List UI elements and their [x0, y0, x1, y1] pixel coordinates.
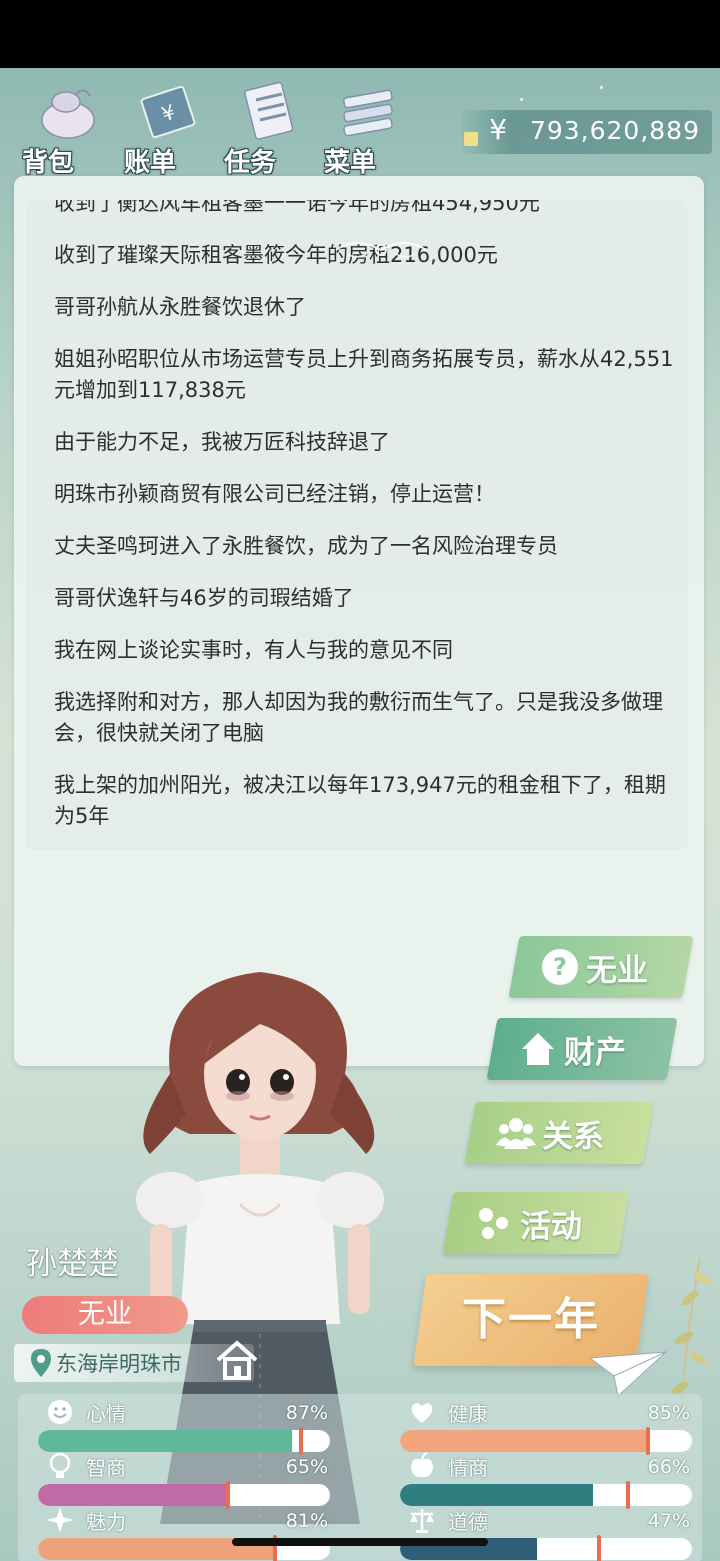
- home-icon[interactable]: [214, 1340, 260, 1380]
- question-icon: ?: [542, 949, 578, 985]
- stat-name: 心情: [86, 1402, 126, 1426]
- game-screen: 背包 ¥ 账单 任务 菜单 ¥ 793,620,889 收到了衡达风车租客墨一一…: [0, 68, 720, 1561]
- stat-name: 魅力: [86, 1510, 126, 1534]
- activity-icon: [479, 1208, 508, 1239]
- yen-icon: ¥: [489, 113, 507, 146]
- job-button[interactable]: ? 无业: [508, 936, 694, 998]
- stat-name: 道德: [448, 1510, 488, 1534]
- task-label: 任务: [224, 148, 277, 178]
- apple-icon: [411, 1452, 433, 1478]
- location-text: 东海岸明珠市: [56, 1352, 182, 1376]
- money-value: 793,620,889: [529, 116, 700, 145]
- stat-sparkle: 魅力 81%: [38, 1504, 334, 1561]
- stat-bar: [38, 1430, 330, 1452]
- bag-label: 背包: [22, 148, 75, 178]
- location-bar[interactable]: 东海岸明珠市: [14, 1340, 258, 1382]
- stat-bar-fill: [38, 1484, 228, 1506]
- scale-icon: [410, 1509, 434, 1533]
- log-entry: 我在网上谈论实事时，有人与我的意见不同: [54, 638, 453, 662]
- smile-icon: [48, 1400, 72, 1424]
- bag-icon: [41, 89, 95, 139]
- stat-value: 85%: [647, 1402, 690, 1424]
- bill-label: 账单: [124, 148, 177, 178]
- stat-bar-fill: [400, 1484, 593, 1506]
- home-indicator: [232, 1538, 488, 1546]
- menu-icon: [343, 89, 393, 137]
- event-log-scroll[interactable]: 收到了衡达风车租客墨一一诺今年的房租454,950元 收到了璀璨天际租客墨筱今年的…: [26, 200, 688, 850]
- relations-button[interactable]: 关系: [464, 1102, 654, 1164]
- event-log-panel: 收到了衡达风车租客墨一一诺今年的房租454,950元 收到了璀璨天际租客墨筱今年的…: [14, 176, 704, 1066]
- menu-label: 菜单: [324, 148, 377, 178]
- top-toolbar: 背包 ¥ 账单 任务 菜单 ¥ 793,620,889: [0, 68, 720, 178]
- stat-scale: 道德 47%: [400, 1504, 696, 1561]
- task-icon: [244, 81, 294, 140]
- log-entry: 由于能力不足，我被万匠科技辞退了: [54, 430, 390, 454]
- stat-value: 65%: [285, 1456, 328, 1478]
- bill-button[interactable]: ¥ 账单: [120, 76, 210, 178]
- bag-button[interactable]: 背包: [18, 76, 108, 178]
- sparkle-icon: [47, 1507, 73, 1533]
- stat-heart: 健康 85%: [400, 1396, 696, 1455]
- stat-value: 66%: [647, 1456, 690, 1478]
- stat-smile: 心情 87%: [38, 1396, 334, 1455]
- log-entry: 哥哥孙航从永胜餐饮退休了: [54, 295, 306, 319]
- people-icon: [496, 1118, 536, 1149]
- paper-plane-icon: [588, 1351, 668, 1397]
- bulb-icon: [49, 1452, 71, 1478]
- event-log-list: 收到了衡达风车租客墨一一诺今年的房租454,950元 收到了璀璨天际租客墨筱今年的…: [54, 200, 684, 850]
- stat-bar: [400, 1484, 692, 1506]
- log-entry: 收到了衡达风车租客墨一一诺今年的房租454,950元: [54, 200, 540, 215]
- coin-icon: [464, 132, 478, 146]
- stat-value: 47%: [647, 1510, 690, 1532]
- job-button-label: 无业: [586, 952, 648, 989]
- relations-button-label: 关系: [542, 1118, 604, 1155]
- stat-name: 情商: [448, 1456, 488, 1480]
- stat-change-marker: [596, 1535, 601, 1561]
- stat-value: 81%: [285, 1510, 328, 1532]
- log-entry: 明珠市孙颖商贸有限公司已经注销，停止运营！: [54, 482, 495, 506]
- stats-panel: 心情 87% 健康 85% 智商 65% 情商 66% 魅力 81% 道德 47%: [18, 1394, 702, 1561]
- job-badge: 无业: [22, 1296, 188, 1334]
- log-entry: 我选择附和对方，那人却因为我的敷衍而生气了。只是我没多做理会，很快就关闭了电脑: [54, 690, 663, 745]
- bill-icon: ¥: [140, 85, 196, 139]
- ornament-decoration: [335, 242, 427, 258]
- task-button[interactable]: 任务: [220, 76, 310, 178]
- log-entry: 哥哥伏逸轩与46岁的司瑕结婚了: [54, 586, 354, 610]
- stat-name: 健康: [448, 1402, 488, 1426]
- heart-icon: [411, 1403, 433, 1423]
- house-icon: [522, 1033, 554, 1065]
- activity-button-label: 活动: [520, 1208, 582, 1245]
- stat-bulb: 智商 65%: [38, 1450, 334, 1509]
- property-button-label: 财产: [564, 1034, 626, 1071]
- stat-name: 智商: [86, 1456, 126, 1480]
- property-button[interactable]: 财产: [486, 1018, 678, 1080]
- log-entry: 我上架的加州阳光，被决江以每年173,947元的租金租下了，租期为5年: [54, 773, 666, 828]
- svg-text:?: ?: [553, 953, 567, 981]
- stat-bar: [38, 1484, 330, 1506]
- menu-button[interactable]: 菜单: [320, 76, 410, 178]
- activity-button[interactable]: 活动: [442, 1192, 630, 1254]
- log-entry: 丈夫圣鸣珂进入了永胜餐饮，成为了一名风险治理专员: [54, 534, 558, 558]
- money-display: ¥ 793,620,889: [462, 110, 712, 154]
- stat-apple: 情商 66%: [400, 1450, 696, 1509]
- log-entry: 姐姐孙昭职位从市场运营专员上升到商务拓展专员，薪水从42,551元增加到117,…: [54, 347, 674, 402]
- stat-bar-fill: [400, 1430, 649, 1452]
- location-pin-icon: [31, 1349, 51, 1377]
- character-name: 孙楚楚: [26, 1246, 119, 1282]
- stat-value: 87%: [285, 1402, 328, 1424]
- stat-bar-fill: [38, 1430, 293, 1452]
